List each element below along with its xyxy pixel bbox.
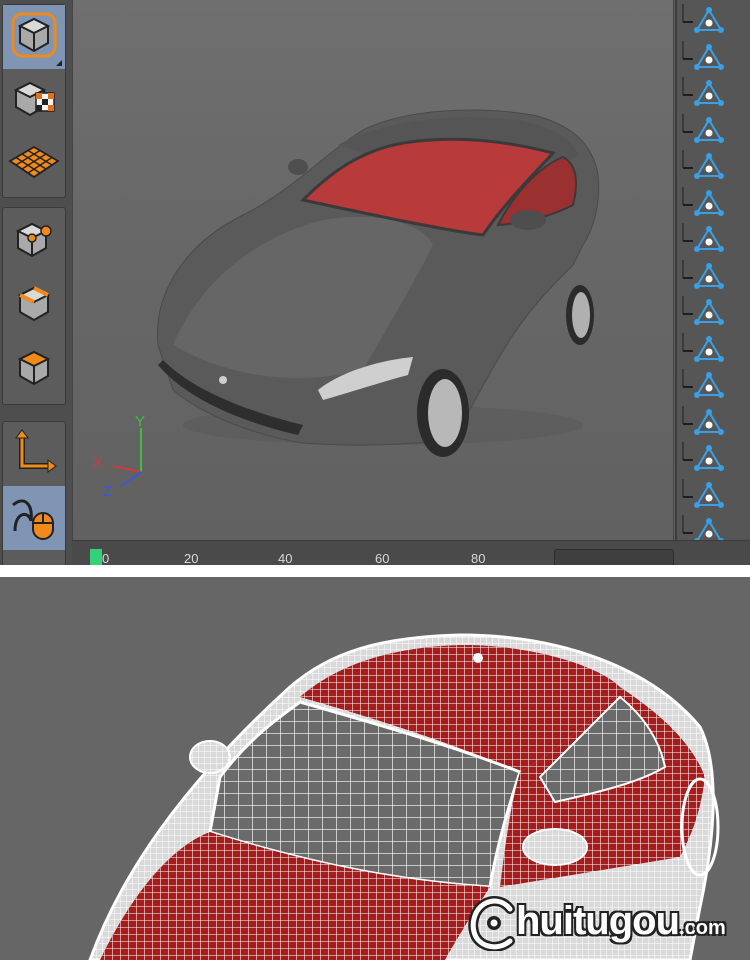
object-row[interactable] [677,112,750,148]
axis-mode-button[interactable] [3,422,65,486]
mode-toolbar [0,0,73,565]
timeline-tick-60: 60 [375,551,390,565]
wireframe-render: huitugou.com [0,577,750,960]
null-object-icon [682,223,724,252]
workplane-mode-button[interactable] [3,133,65,197]
workplane-mode-icon [8,143,60,188]
null-object-icon [682,40,724,70]
watermark-name: huitugou [516,899,680,943]
polygons-mode-button[interactable] [3,338,65,402]
object-row[interactable] [677,404,750,440]
cinema4d-app-window: Y X Z 0 20 40 60 80 [0,0,750,565]
points-mode-icon [10,216,58,269]
object-manager-panel [675,0,750,565]
c-swirl-logo [468,896,515,951]
timeline-tick-40: 40 [278,551,293,565]
timeline-tick-20: 20 [184,551,199,565]
car-model [156,109,600,457]
axis-z-label: Z [103,483,112,500]
edges-mode-button[interactable] [3,274,65,338]
polygons-mode-icon [10,344,58,397]
timeline-tick-0: 0 [102,551,110,565]
image-divider [0,565,750,577]
null-object-icon [682,369,724,398]
axis-gizmo: Y X Z [93,413,145,500]
object-row[interactable] [677,75,750,111]
null-object-icon [682,478,724,508]
null-object-icon [682,296,724,325]
null-object-icon [682,259,724,289]
toolbar-group-components [2,207,66,405]
model-mode-button[interactable] [3,5,65,69]
points-mode-button[interactable] [3,210,65,274]
animation-timeline[interactable]: 0 20 40 60 80 [72,540,750,565]
watermark-domain: .com [679,917,726,939]
object-row[interactable] [677,440,750,476]
object-row[interactable] [677,2,750,38]
3d-viewport[interactable]: Y X Z [72,0,674,541]
axis-mode-icon [10,428,58,481]
object-row[interactable] [677,221,750,257]
object-row[interactable] [677,258,750,294]
texture-mode-icon [10,75,58,128]
timeline-dropdown[interactable] [554,549,674,565]
null-object-icon [682,77,724,106]
null-object-icon [682,150,724,179]
object-row[interactable] [677,367,750,403]
object-row[interactable] [677,331,750,367]
tweak-mode-button[interactable] [3,486,65,550]
null-object-icon [682,442,724,471]
object-row[interactable] [677,477,750,513]
timeline-tick-80: 80 [471,551,486,565]
object-row[interactable] [677,39,750,75]
toolbar-group-axis [2,421,66,565]
object-row[interactable] [677,148,750,184]
watermark: huitugou.com [466,893,750,953]
null-object-icon [682,186,724,216]
tweak-mode-icon [9,491,59,546]
axis-y-label: Y [135,413,145,430]
null-object-icon [682,113,724,143]
object-row[interactable] [677,185,750,221]
current-frame-marker[interactable] [90,549,102,565]
null-object-icon [682,405,724,435]
null-object-icon [682,332,724,362]
toolbar-group-modes [2,4,66,198]
null-object-icon [682,4,724,33]
texture-mode-button[interactable] [3,69,65,133]
axis-x-label: X [93,454,103,471]
watermark-text: huitugou.com [516,899,726,944]
edges-mode-icon [10,280,58,333]
object-row[interactable] [677,294,750,330]
model-mode-icon [10,11,58,64]
